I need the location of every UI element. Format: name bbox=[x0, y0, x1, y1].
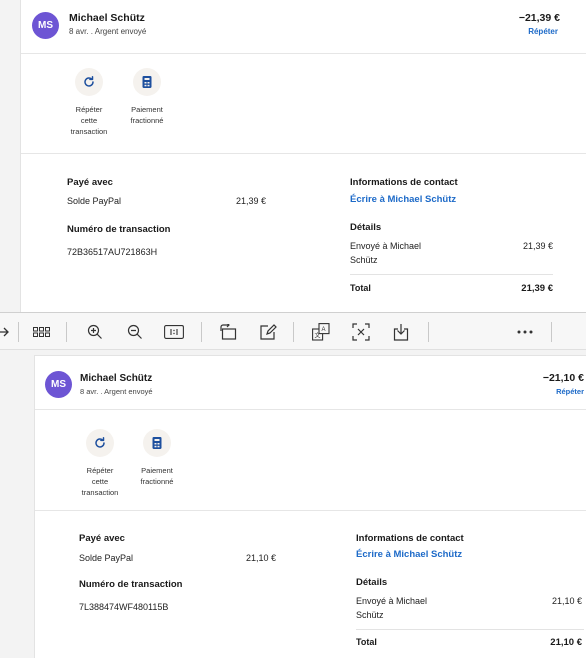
split-payment-button[interactable]: Paiement fractionné bbox=[117, 68, 177, 126]
repeat-link[interactable]: Répéter bbox=[528, 27, 558, 36]
transaction-subtitle: 8 avr. . Argent envoyé bbox=[69, 27, 147, 36]
repeat-transaction-button[interactable]: Répéter cette transaction bbox=[59, 68, 119, 137]
avatar: MS bbox=[45, 371, 72, 398]
svg-text:文: 文 bbox=[315, 332, 321, 340]
recipient-name: Michael Schütz bbox=[80, 373, 153, 384]
details-description: Schütz bbox=[350, 255, 378, 265]
details-amount: 21,10 € bbox=[551, 596, 582, 606]
toolbar-separator bbox=[66, 322, 67, 342]
transaction-amount: −21,10 € bbox=[542, 372, 584, 384]
contact-info-label: Informations de contact bbox=[350, 177, 458, 188]
action-label-line: transaction bbox=[70, 127, 108, 136]
action-label-line: transaction bbox=[81, 488, 119, 497]
toolbar-separator bbox=[18, 322, 19, 342]
payment-amount: 21,10 € bbox=[246, 553, 277, 563]
action-label-line: cette bbox=[91, 477, 109, 486]
action-label-line: cette bbox=[80, 116, 98, 125]
repeat-link[interactable]: Répéter bbox=[556, 387, 584, 396]
toolbar-separator bbox=[551, 322, 552, 342]
edit-icon[interactable] bbox=[259, 323, 277, 341]
zoom-in-icon[interactable] bbox=[86, 323, 104, 341]
write-to-contact-link[interactable]: Écrire à Michael Schütz bbox=[356, 549, 462, 560]
more-icon[interactable] bbox=[515, 323, 535, 341]
action-label-line: Répéter bbox=[86, 466, 114, 475]
transaction-panel-bottom: MS Michael Schütz 8 avr. . Argent envoyé… bbox=[34, 355, 586, 658]
details-label: Détails bbox=[350, 222, 382, 233]
share-icon[interactable] bbox=[392, 323, 410, 341]
transaction-amount: −21,39 € bbox=[518, 12, 560, 24]
split-payment-icon bbox=[133, 68, 161, 96]
transaction-id: 72B36517AU721863H bbox=[67, 247, 158, 257]
section-divider bbox=[21, 153, 586, 154]
rotate-icon[interactable] bbox=[219, 323, 237, 341]
action-label-line: fractionné bbox=[130, 116, 164, 125]
zoom-out-icon[interactable] bbox=[126, 323, 144, 341]
split-payment-button[interactable]: Paiement fractionné bbox=[127, 429, 187, 487]
details-description: Envoyé à Michael bbox=[350, 241, 422, 251]
total-label: Total bbox=[350, 283, 371, 293]
transaction-number-label: Numéro de transaction bbox=[67, 224, 171, 235]
recipient-name: Michael Schütz bbox=[69, 12, 145, 24]
repeat-icon bbox=[75, 68, 103, 96]
transaction-header[interactable]: MS Michael Schütz 8 avr. . Argent envoyé… bbox=[35, 356, 586, 410]
paid-with-label: Payé avec bbox=[79, 533, 125, 544]
details-label: Détails bbox=[356, 577, 388, 588]
repeat-transaction-button[interactable]: Répéter cette transaction bbox=[70, 429, 130, 498]
total-label: Total bbox=[356, 637, 377, 647]
action-label-line: fractionné bbox=[140, 477, 174, 486]
avatar: MS bbox=[32, 12, 59, 39]
details-divider bbox=[356, 629, 584, 630]
actual-size-icon[interactable] bbox=[164, 323, 184, 341]
action-label-line: Répéter bbox=[75, 105, 103, 114]
split-payment-icon bbox=[143, 429, 171, 457]
viewer-toolbar: A文 bbox=[0, 312, 586, 350]
translate-icon[interactable]: A文 bbox=[312, 323, 330, 341]
paid-with-label: Payé avec bbox=[67, 177, 113, 188]
details-amount: 21,39 € bbox=[522, 241, 553, 251]
transaction-id: 7L388474WF480115B bbox=[79, 602, 169, 612]
transaction-panel-top: MS Michael Schütz 8 avr. . Argent envoyé… bbox=[20, 0, 586, 312]
text-recognition-icon[interactable] bbox=[352, 323, 370, 341]
payment-method: Solde PayPal bbox=[79, 553, 134, 563]
details-divider bbox=[350, 274, 553, 275]
total-amount: 21,39 € bbox=[521, 283, 553, 294]
action-label-line: Paiement bbox=[131, 105, 163, 114]
transaction-number-label: Numéro de transaction bbox=[79, 579, 183, 590]
transaction-subtitle: 8 avr. . Argent envoyé bbox=[80, 387, 153, 396]
contact-info-label: Informations de contact bbox=[356, 533, 464, 544]
grid-view-icon[interactable] bbox=[32, 323, 52, 341]
payment-method: Solde PayPal bbox=[67, 196, 122, 206]
details-description: Envoyé à Michael bbox=[356, 596, 428, 606]
repeat-icon bbox=[86, 429, 114, 457]
action-label-line: Paiement bbox=[141, 466, 173, 475]
payment-amount: 21,39 € bbox=[236, 196, 267, 206]
details-description: Schütz bbox=[356, 610, 384, 620]
toolbar-separator bbox=[428, 322, 429, 342]
transaction-header[interactable]: MS Michael Schütz 8 avr. . Argent envoyé… bbox=[21, 0, 586, 54]
toolbar-separator bbox=[201, 322, 202, 342]
total-amount: 21,10 € bbox=[550, 637, 582, 648]
section-divider bbox=[35, 510, 586, 511]
forward-arrow-icon[interactable] bbox=[0, 323, 12, 341]
svg-text:A: A bbox=[322, 327, 326, 333]
write-to-contact-link[interactable]: Écrire à Michael Schütz bbox=[350, 194, 456, 205]
toolbar-separator bbox=[293, 322, 294, 342]
